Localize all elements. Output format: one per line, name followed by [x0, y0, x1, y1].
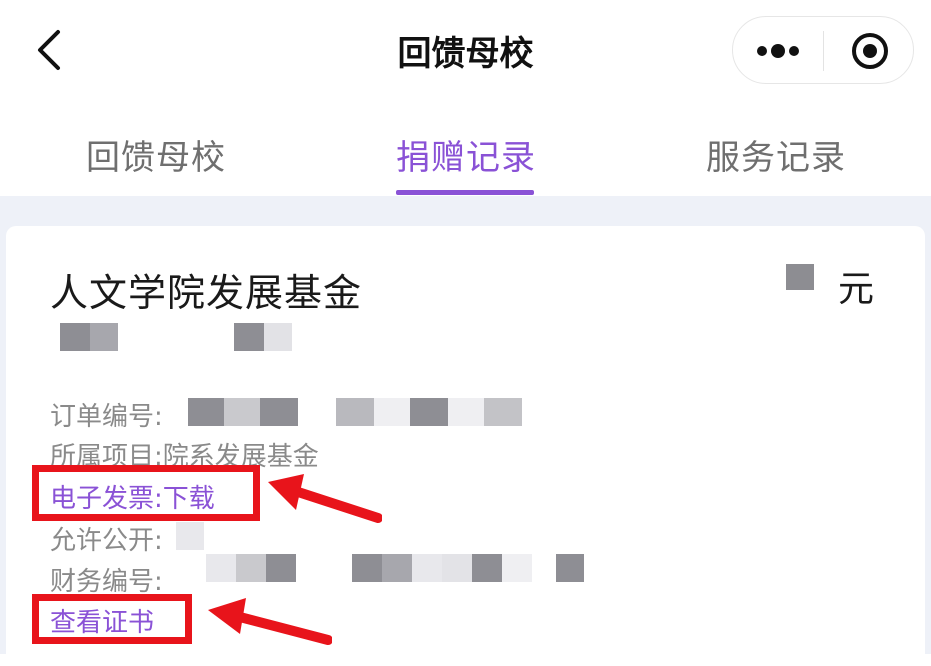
fund-name: 人文学院发展基金: [50, 271, 363, 315]
tab-feedback-school[interactable]: 回馈母校: [86, 130, 226, 179]
close-mini-program-button[interactable]: [824, 17, 914, 83]
tab-service-records[interactable]: 服务记录: [706, 130, 846, 179]
public-row: 允许公开:: [50, 520, 163, 557]
tab-donation-records[interactable]: 捐赠记录: [396, 130, 536, 179]
more-button[interactable]: [733, 17, 823, 83]
red-arrow-icon: [268, 474, 382, 523]
annotation-box-certificate: [32, 594, 192, 644]
finance-number-redacted: [206, 554, 586, 582]
finance-number-row: 财务编号:: [50, 561, 163, 598]
order-number-redacted: [188, 398, 528, 426]
mini-program-capsule: [732, 16, 914, 84]
active-tab-indicator: [396, 190, 534, 195]
record-target-icon: [852, 33, 888, 69]
red-arrow-icon: [208, 598, 332, 645]
annotation-box-invoice: [32, 465, 260, 521]
finance-number-label: 财务编号:: [50, 567, 163, 597]
amount-redacted: [786, 264, 814, 290]
donation-date-redacted: [60, 323, 300, 351]
public-label: 允许公开:: [50, 526, 163, 556]
order-number-row: 订单编号:: [50, 396, 163, 433]
tab-bar: 回馈母校 捐赠记录 服务记录: [0, 104, 931, 196]
public-value-redacted: [176, 522, 206, 550]
amount-unit: 元: [838, 269, 875, 310]
order-number-label: 订单编号:: [50, 402, 163, 432]
more-dots-icon: [757, 44, 799, 58]
nav-bar: 回馈母校: [0, 0, 931, 104]
